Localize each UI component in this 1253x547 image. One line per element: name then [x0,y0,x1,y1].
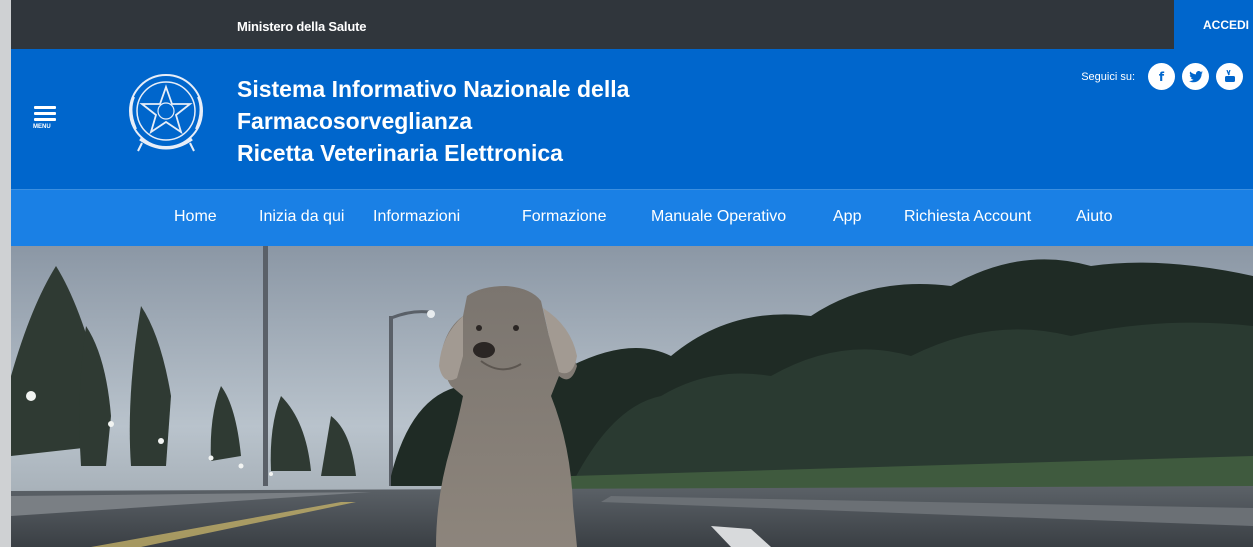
page: Ministero della Salute ACCEDI MENU Siste… [11,0,1253,547]
nav-item-app[interactable]: App [833,208,861,226]
nav-item-home[interactable]: Home [174,208,217,226]
ministry-link[interactable]: Ministero della Salute [237,19,366,34]
twitter-icon[interactable] [1182,63,1209,90]
menu-label: MENU [33,124,51,130]
facebook-icon[interactable]: f [1148,63,1175,90]
hero-banner [11,246,1253,547]
social-links: Seguici su: f [1081,63,1243,90]
menu-button[interactable]: MENU [33,106,63,142]
site-title-line: Farmacosorveglianza [237,108,473,134]
nav-item-informazioni[interactable]: Informazioni [373,208,460,226]
social-label: Seguici su: [1081,70,1135,83]
site-title-line: Ricetta Veterinaria Elettronica [237,140,563,166]
nav-item-inizia-da-qui[interactable]: Inizia da qui [259,208,344,226]
hamburger-icon-bar [34,112,56,115]
nav-item-aiuto[interactable]: Aiuto [1076,208,1112,226]
site-title[interactable]: Sistema Informativo Nazionale della Farm… [237,73,629,169]
youtube-icon[interactable] [1216,63,1243,90]
nav-item-formazione[interactable]: Formazione [522,208,606,226]
header: MENU Sistema Informativo Nazionale della… [11,49,1253,189]
nav-item-manuale-operativo[interactable]: Manuale Operativo [651,208,786,226]
main-nav: Home Inizia da qui Informazioni Formazio… [11,189,1253,246]
hamburger-icon [34,106,56,109]
italian-republic-emblem [129,74,203,152]
nav-item-richiesta-account[interactable]: Richiesta Account [904,208,1031,226]
hamburger-icon-bar [34,118,56,121]
login-button[interactable]: ACCEDI [1174,0,1253,49]
top-bar: Ministero della Salute ACCEDI [11,0,1253,49]
site-title-line: Sistema Informativo Nazionale della [237,76,630,102]
hero-image [11,246,1253,547]
